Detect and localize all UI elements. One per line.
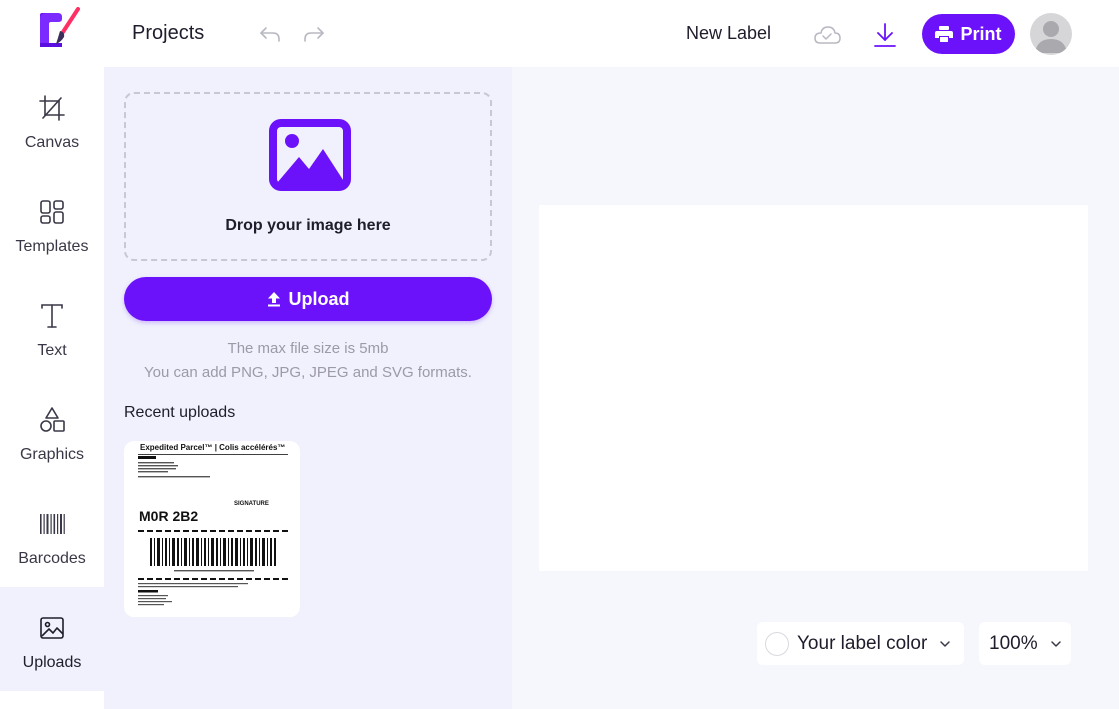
zoom-text: 100% [989,632,1038,654]
recent-uploads-title: Recent uploads [124,404,236,421]
formats-hint: You can add PNG, JPG, JPEG and SVG forma… [144,364,472,381]
nav-item-barcodes[interactable]: Barcodes [0,483,104,587]
side-nav: Canvas Templates Text Graphics Barcodes … [0,67,104,709]
image-icon [40,617,64,639]
nav-label-barcodes: Barcodes [18,550,86,567]
label-canvas[interactable] [539,205,1088,571]
thumb-postal-code: M0R 2B2 [139,508,198,524]
app: Projects New Label Print Canvas Template… [0,0,1119,709]
printer-icon [935,26,954,42]
crop-icon [39,95,65,121]
nav-label-canvas: Canvas [24,134,80,151]
canvas-workspace: Your label color 100% [512,67,1119,709]
nav-item-uploads[interactable]: Uploads [0,587,104,691]
user-avatar[interactable] [1030,13,1072,55]
uploads-panel: Drop your image here Upload The max file… [104,67,512,709]
nav-label-text: Text [37,342,67,359]
templates-grid-icon [40,200,64,224]
thumb-heading: Expedited Parcel™ | Colis accélérés™ [140,443,285,452]
barcode-icon [40,514,65,534]
image-dropzone[interactable]: Drop your image here [124,92,492,261]
image-upload-icon [269,119,351,191]
print-button[interactable]: Print [922,14,1015,54]
shapes-icon [40,407,65,432]
chevron-down-icon [1050,640,1061,647]
drop-text: Drop your image here [225,217,391,234]
shipping-label-preview: Expedited Parcel™ | Colis accélérés™ SIG… [138,443,290,606]
chevron-down-icon [940,640,951,647]
text-icon [41,304,63,328]
nav-item-templates[interactable]: Templates [0,171,104,275]
projects-link[interactable]: Projects [132,22,204,45]
print-label: Print [960,23,1002,44]
label-color-select[interactable]: Your label color [757,622,964,665]
user-icon [1035,21,1067,53]
nav-item-canvas[interactable]: Canvas [0,67,104,171]
zoom-select[interactable]: 100% [979,622,1071,665]
label-color-swatch [765,631,789,656]
label-color-text: Your label color [797,632,928,654]
redo-icon[interactable] [302,22,326,46]
cloud-saved-icon [814,26,841,44]
nav-item-text[interactable]: Text [0,275,104,379]
download-icon[interactable] [872,21,898,49]
thumb-signature: SIGNATURE [234,501,269,507]
nav-label-templates: Templates [15,238,89,255]
nav-label-graphics: Graphics [19,446,85,463]
undo-icon[interactable] [258,22,282,46]
upload-label: Upload [288,288,350,309]
top-bar: Projects New Label Print [0,0,1119,67]
nav-item-graphics[interactable]: Graphics [0,379,104,483]
recent-upload-thumbnail[interactable]: Expedited Parcel™ | Colis accélérés™ SIG… [124,441,300,617]
app-logo[interactable] [36,5,84,53]
upload-button[interactable]: Upload [124,277,492,321]
max-size-hint: The max file size is 5mb [227,340,389,357]
label-name[interactable]: New Label [686,23,771,44]
nav-label-uploads: Uploads [22,654,82,671]
upload-arrow-icon [267,292,280,307]
